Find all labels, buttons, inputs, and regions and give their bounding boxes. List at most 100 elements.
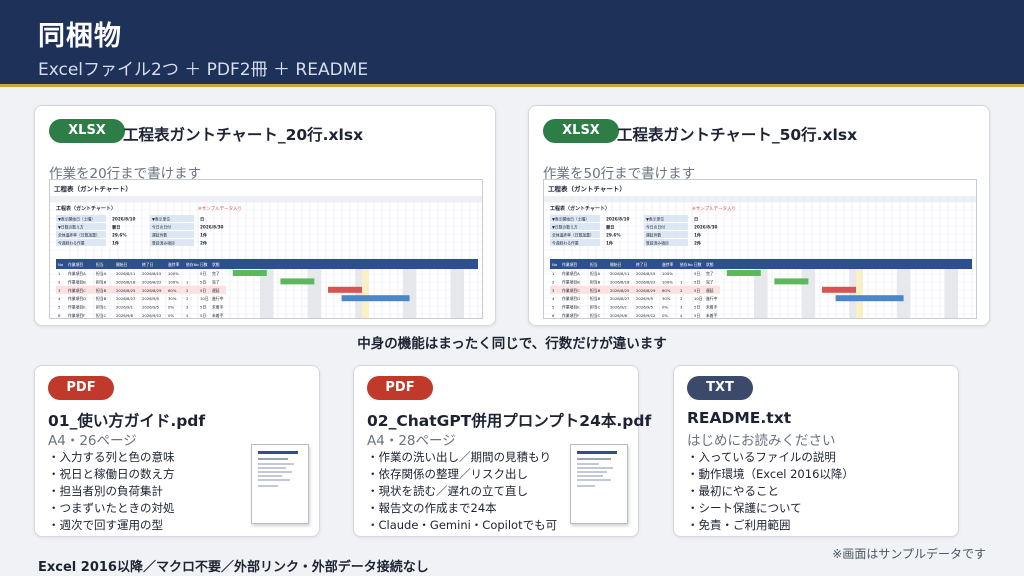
gantt-bar: [280, 278, 315, 285]
table-cell: 4: [552, 296, 555, 301]
table-cell: 5: [552, 305, 555, 310]
file-name: 01_使い方ガイド.pdf: [48, 412, 206, 430]
info-value: 2026/8/10: [606, 216, 630, 221]
info-value: 29.6%: [112, 232, 127, 237]
table-cell: 担当C: [590, 305, 601, 310]
table-header-cell: 進捗率: [662, 262, 674, 267]
info-label: ▼表示単位: [152, 216, 170, 221]
file-name: 02_ChatGPT併用プロンプト24本.pdf: [367, 412, 652, 430]
table-cell: 作業項目A: [68, 271, 86, 276]
table-cell: 完了: [212, 271, 220, 276]
table-cell: 2026/8/15: [636, 271, 656, 276]
table-header-cell: 終了日: [142, 262, 154, 267]
file-name: 工程表ガントチャート_50行.xlsx: [617, 126, 858, 144]
txt-card-readme[interactable]: TXT README.txt はじめにお読みください ・入っているファイルの説明…: [673, 365, 959, 537]
weekend-column: [409, 269, 417, 318]
feature-list: ・入力する列と色の意味 ・祝日と稼働日の数え方 ・担当者別の負荷集計 ・つまずい…: [48, 449, 175, 534]
pdf-card-prompts[interactable]: PDF 02_ChatGPT併用プロンプト24本.pdf A4・28ページ ・作…: [353, 365, 651, 537]
weekend-column: [402, 269, 410, 318]
info-label: 遅延件数: [646, 232, 661, 237]
table-cell: 遅延: [706, 288, 714, 293]
gantt-bar: [328, 286, 362, 293]
table-cell: 担当B: [590, 279, 601, 284]
table-cell: 2026/9/5: [142, 305, 160, 310]
sheet-heading: 工程表（ガントチャート）: [550, 205, 610, 212]
gantt-bar: [822, 286, 856, 293]
info-label: 今日の日付: [152, 224, 171, 229]
gantt-bar: [726, 270, 761, 276]
table-cell: 担当B: [96, 296, 107, 301]
list-item: ・入っているファイルの説明: [687, 450, 836, 464]
table-cell: 作業項目B: [68, 279, 86, 284]
info-value: 2026/8/30: [200, 224, 224, 229]
table-cell: 100%: [662, 271, 673, 276]
column-header-strip: [544, 196, 976, 202]
table-cell: 5日: [694, 313, 700, 318]
table-cell: 担当C: [96, 305, 107, 310]
list-item: ・最初にやること: [687, 484, 779, 498]
slide-header: 同梱物 Excelファイル2つ ＋ PDF2冊 ＋ README: [0, 0, 1024, 84]
table-cell: 2026/9/8: [116, 313, 134, 318]
list-item: ・シート保護について: [687, 501, 802, 515]
xlsx-card-50[interactable]: XLSX 工程表ガントチャート_50行.xlsx 作業を50行まで書けます 工程…: [528, 105, 990, 326]
info-value: 1件: [694, 231, 702, 238]
file-description: はじめにお読みください: [687, 433, 836, 449]
weekend-column: [903, 269, 911, 318]
table-cell: 0%: [662, 305, 668, 310]
list-item: ・Claude・Gemini・Copilotでも可: [367, 518, 558, 532]
weekend-column: [944, 269, 952, 318]
table-cell: 作業項目D: [68, 296, 86, 301]
table-cell: 2026/8/29: [636, 288, 656, 293]
table-cell: 5日: [200, 313, 206, 318]
info-label: 登録済み項目: [646, 240, 669, 245]
table-cell: 進行中: [706, 296, 718, 301]
table-cell: 未着手: [212, 313, 224, 318]
table-cell: 2026/9/1: [116, 305, 134, 310]
info-label: 全体進捗率（日数加重）: [58, 232, 100, 237]
sheet-heading: 工程表（ガントチャート）: [56, 205, 116, 212]
table-header-cell: No: [58, 262, 64, 267]
table-cell: 3: [680, 305, 683, 310]
info-value: 暦日: [606, 223, 614, 230]
file-description: A4・26ページ: [48, 433, 137, 449]
table-cell: 5日: [694, 271, 700, 276]
table-cell: 0%: [168, 305, 174, 310]
table-cell: 完了: [212, 279, 220, 284]
pdf-card-guide[interactable]: PDF 01_使い方ガイド.pdf A4・26ページ ・入力する列と色の意味 ・…: [34, 365, 320, 537]
table-cell: 2: [680, 296, 683, 301]
table-cell: 担当B: [590, 288, 601, 293]
table-cell: 作業項目E: [562, 305, 580, 310]
table-cell: 2026/9/5: [636, 305, 654, 310]
info-value: 1件: [200, 231, 208, 238]
table-cell: 担当B: [96, 288, 107, 293]
table-cell: 60%: [662, 288, 671, 293]
column-header-strip: [50, 196, 482, 202]
file-description: A4・28ページ: [367, 433, 456, 449]
table-cell: 10日: [200, 296, 209, 301]
table-cell: 2026/8/18: [610, 279, 630, 284]
list-item: ・動作環境（Excel 2016以降）: [687, 467, 854, 481]
table-cell: 未着手: [706, 313, 718, 318]
table-cell: 100%: [662, 279, 673, 284]
info-label: ▼日数の数え方: [58, 224, 84, 229]
table-cell: 2: [186, 296, 189, 301]
weekend-column: [896, 269, 904, 318]
info-label: ▼表示単位: [646, 216, 664, 221]
table-header-cell: 開始日: [116, 262, 128, 267]
info-value: 日: [200, 215, 204, 222]
info-value: 1件: [606, 239, 614, 246]
xlsx-card-20[interactable]: XLSX 工程表ガントチャート_20行.xlsx 作業を20行まで書けます 工程…: [34, 105, 496, 326]
file-type-badge: XLSX: [543, 119, 619, 143]
info-label: 遅延件数: [152, 232, 167, 237]
table-cell: 0%: [168, 313, 174, 318]
info-value: 1件: [112, 239, 120, 246]
table-cell: 遅延: [212, 288, 220, 293]
table-header-cell: 開始日: [610, 262, 622, 267]
table-cell: 2026/9/12: [142, 313, 162, 318]
table-cell: 2026/8/15: [142, 271, 162, 276]
table-cell: 30%: [168, 296, 177, 301]
table-cell: 未着手: [706, 305, 718, 310]
table-header-cell: 作業項目: [562, 262, 577, 267]
table-cell: 2026/8/22: [636, 279, 656, 284]
list-item: ・つまずいたときの対処: [48, 501, 175, 515]
